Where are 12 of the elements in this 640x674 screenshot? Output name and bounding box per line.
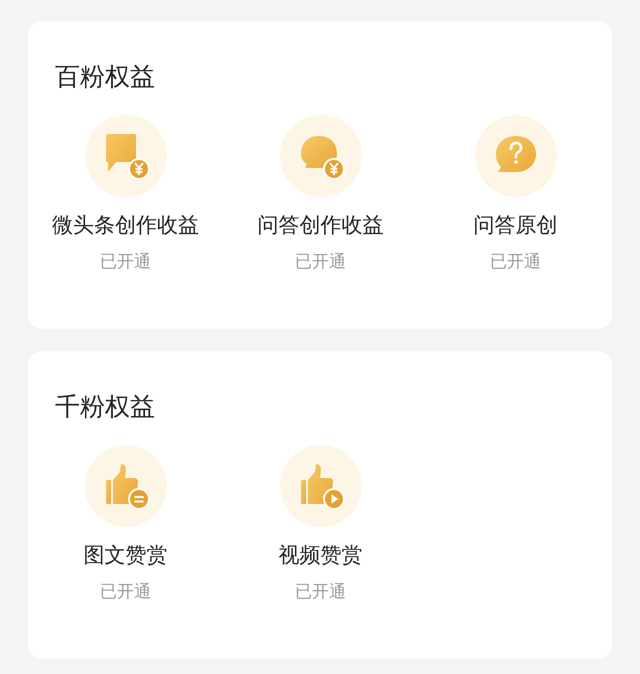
benefit-status: 已开通: [295, 581, 346, 603]
benefit-status: 已开通: [490, 251, 541, 273]
section-title: 百粉权益: [54, 61, 156, 93]
benefit-status: 已开通: [100, 251, 151, 273]
benefit-status: 已开通: [100, 581, 151, 603]
benefit-label: 视频赞赏: [278, 542, 362, 569]
benefit-label: 微头条创作收益: [52, 212, 199, 239]
benefit-status: 已开通: [295, 251, 346, 273]
benefit-label: 问答原创: [474, 212, 558, 239]
benefit-label: 图文赞赏: [84, 542, 168, 569]
benefit-label: 问答创作收益: [258, 212, 384, 239]
section-title: 千粉权益: [54, 391, 156, 423]
